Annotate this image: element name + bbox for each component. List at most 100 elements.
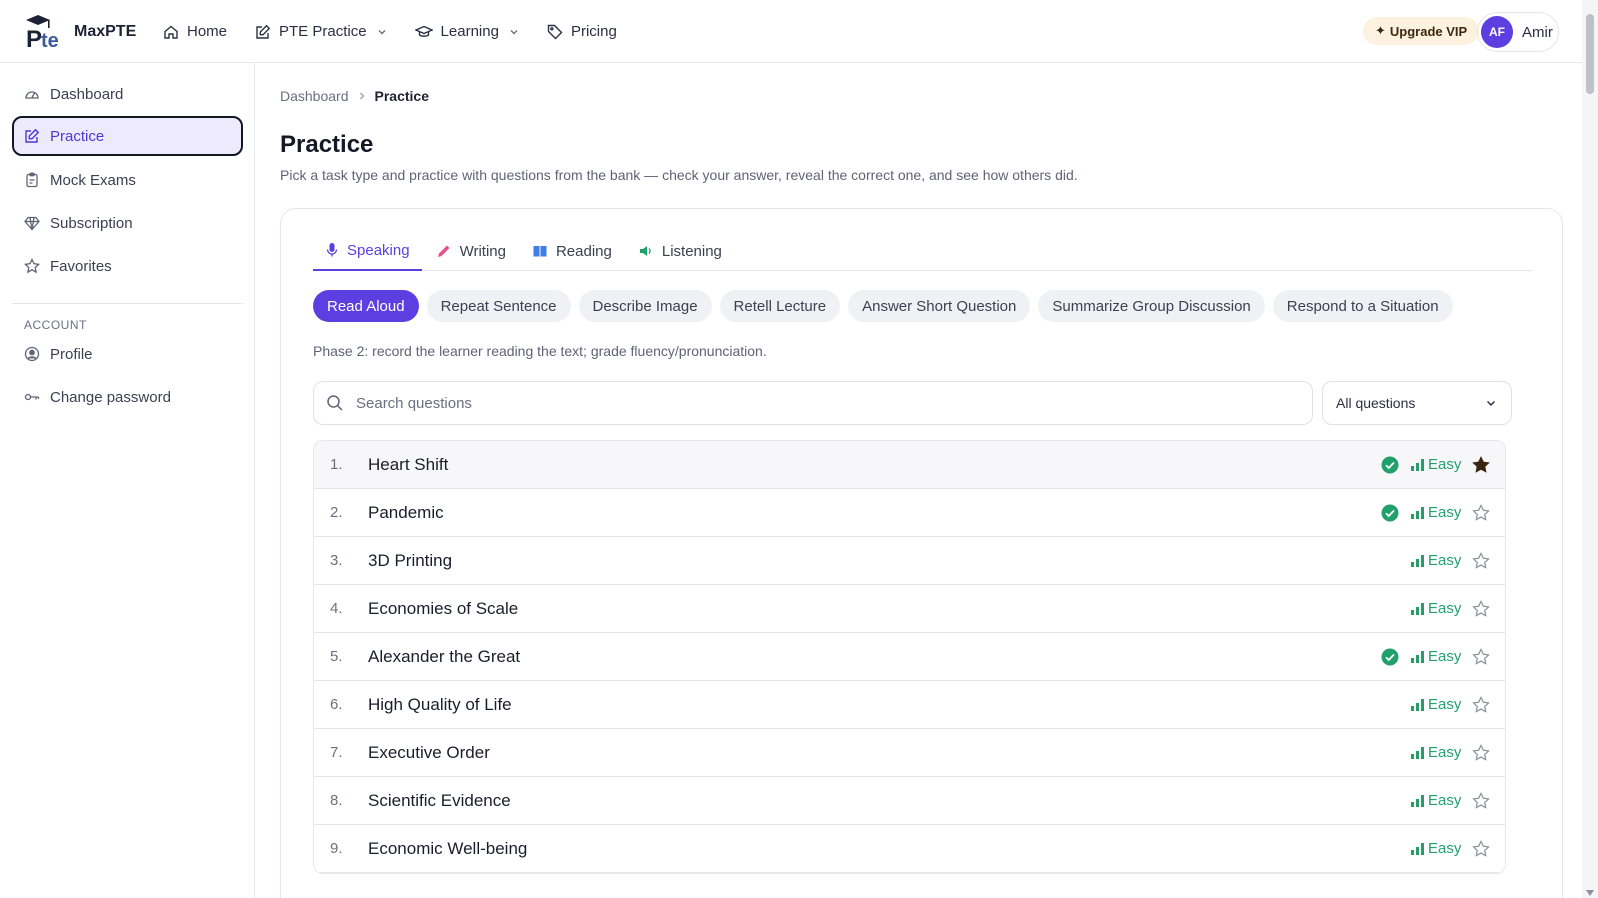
chip-respond-to-a-situation[interactable]: Respond to a Situation bbox=[1272, 290, 1453, 322]
sidebar-item-mock-exams[interactable]: Mock Exams bbox=[12, 160, 243, 200]
chevron-down-icon bbox=[1485, 397, 1497, 409]
top-navbar: P te MaxPTE Home PTE Practice Learning P… bbox=[0, 0, 1582, 63]
difficulty-label: Easy bbox=[1428, 648, 1462, 665]
question-number: 8. bbox=[330, 792, 343, 809]
chevron-down-icon bbox=[509, 27, 519, 37]
signal-bars-icon bbox=[1411, 554, 1424, 567]
chip-summarize-group-discussion[interactable]: Summarize Group Discussion bbox=[1038, 290, 1265, 322]
question-row[interactable]: 8. Scientific Evidence Easy bbox=[314, 777, 1505, 825]
sidebar-item-practice[interactable]: Practice bbox=[12, 116, 243, 156]
chip-answer-short-question[interactable]: Answer Short Question bbox=[848, 290, 1031, 322]
difficulty-badge: Easy bbox=[1411, 696, 1467, 713]
search-input[interactable] bbox=[356, 394, 1256, 412]
chip-describe-image[interactable]: Describe Image bbox=[578, 290, 712, 322]
sidebar-item-label: Favorites bbox=[50, 257, 112, 275]
sidebar-item-favorites[interactable]: Favorites bbox=[12, 246, 243, 286]
brand-name: MaxPTE bbox=[74, 23, 137, 40]
key-icon bbox=[24, 389, 40, 405]
skill-tabs: Speaking Writing Reading Listening bbox=[313, 231, 1533, 271]
question-number: 1. bbox=[330, 456, 343, 473]
page-title: Practice bbox=[280, 131, 374, 158]
edit-icon bbox=[255, 24, 271, 40]
brand-logo[interactable]: P te MaxPTE bbox=[24, 14, 136, 50]
user-menu[interactable]: AF Amir bbox=[1477, 12, 1559, 52]
question-row[interactable]: 1. Heart Shift Easy bbox=[314, 441, 1505, 489]
question-number: 5. bbox=[330, 648, 343, 665]
tab-label: Speaking bbox=[347, 241, 410, 259]
completed-check-icon bbox=[1379, 504, 1401, 522]
chip-read-aloud[interactable]: Read Aloud bbox=[313, 290, 419, 322]
chip-retell-lecture[interactable]: Retell Lecture bbox=[719, 290, 841, 322]
upgrade-vip-label: Upgrade VIP bbox=[1389, 23, 1468, 39]
signal-bars-icon bbox=[1411, 842, 1424, 855]
star-filled-icon[interactable] bbox=[1467, 455, 1495, 474]
tab-reading[interactable]: Reading bbox=[520, 231, 624, 271]
sidebar-item-label: Subscription bbox=[50, 214, 133, 232]
question-filter-select[interactable]: All questions bbox=[1322, 381, 1512, 425]
question-row[interactable]: 4. Economies of Scale Easy bbox=[314, 585, 1505, 633]
tab-writing[interactable]: Writing bbox=[424, 231, 518, 271]
sidebar-divider bbox=[12, 303, 243, 304]
sidebar-item-change-password[interactable]: Change password bbox=[12, 377, 243, 417]
tab-label: Listening bbox=[661, 242, 722, 260]
breadcrumb-current: Practice bbox=[374, 88, 429, 104]
svg-text:P: P bbox=[26, 26, 42, 50]
chevron-right-icon bbox=[357, 91, 367, 101]
scrollbar[interactable] bbox=[1582, 0, 1598, 898]
difficulty-badge: Easy bbox=[1411, 648, 1467, 665]
upgrade-vip-button[interactable]: ✦ Upgrade VIP bbox=[1363, 17, 1480, 45]
difficulty-badge: Easy bbox=[1411, 600, 1467, 617]
signal-bars-icon bbox=[1411, 794, 1424, 807]
completed-check-icon bbox=[1379, 456, 1401, 474]
diamond-icon bbox=[24, 215, 40, 231]
nav-pte-practice[interactable]: PTE Practice bbox=[255, 23, 387, 40]
question-row[interactable]: 2. Pandemic Easy bbox=[314, 489, 1505, 537]
chevron-down-icon bbox=[377, 27, 387, 37]
tab-label: Reading bbox=[555, 242, 612, 260]
difficulty-label: Easy bbox=[1428, 552, 1462, 569]
star-outline-icon[interactable] bbox=[1467, 647, 1495, 666]
question-row[interactable]: 3. 3D Printing Easy bbox=[314, 537, 1505, 585]
sidebar-item-label: Practice bbox=[50, 127, 105, 145]
search-box bbox=[313, 381, 1313, 425]
sidebar-item-label: Dashboard bbox=[50, 85, 124, 103]
sidebar-item-label: Profile bbox=[50, 345, 93, 363]
star-outline-icon[interactable] bbox=[1467, 599, 1495, 618]
sparkle-icon: ✦ bbox=[1375, 23, 1386, 38]
scrollbar-thumb[interactable] bbox=[1586, 14, 1594, 94]
question-row[interactable]: 5. Alexander the Great Easy bbox=[314, 633, 1505, 681]
speaker-icon bbox=[638, 243, 654, 259]
nav-learning[interactable]: Learning bbox=[414, 23, 519, 40]
user-circle-icon bbox=[24, 346, 40, 362]
sidebar-item-dashboard[interactable]: Dashboard bbox=[12, 74, 243, 114]
star-outline-icon[interactable] bbox=[1467, 743, 1495, 762]
question-row[interactable]: 9. Economic Well-being Easy bbox=[314, 825, 1505, 873]
star-outline-icon[interactable] bbox=[1467, 503, 1495, 522]
star-outline-icon[interactable] bbox=[1467, 791, 1495, 810]
star-outline-icon[interactable] bbox=[1467, 551, 1495, 570]
sidebar-item-profile[interactable]: Profile bbox=[12, 334, 243, 374]
nav-pte-practice-label: PTE Practice bbox=[279, 23, 367, 40]
nav-pricing[interactable]: Pricing bbox=[547, 23, 617, 40]
question-row[interactable]: 6. High Quality of Life Easy bbox=[314, 681, 1505, 729]
tab-listening[interactable]: Listening bbox=[626, 231, 734, 271]
scroll-down-arrow-icon[interactable] bbox=[1586, 890, 1594, 896]
difficulty-label: Easy bbox=[1428, 792, 1462, 809]
difficulty-badge: Easy bbox=[1411, 744, 1467, 761]
sidebar-item-subscription[interactable]: Subscription bbox=[12, 203, 243, 243]
user-name: Amir bbox=[1522, 23, 1553, 41]
question-title: Economic Well-being bbox=[368, 838, 528, 858]
star-outline-icon[interactable] bbox=[1467, 695, 1495, 714]
chip-repeat-sentence[interactable]: Repeat Sentence bbox=[426, 290, 571, 322]
difficulty-badge: Easy bbox=[1411, 840, 1467, 857]
nav-home[interactable]: Home bbox=[163, 23, 227, 40]
sidebar-section-label: ACCOUNT bbox=[24, 318, 87, 332]
signal-bars-icon bbox=[1411, 746, 1424, 759]
clipboard-icon bbox=[24, 172, 40, 188]
star-outline-icon[interactable] bbox=[1467, 839, 1495, 858]
question-row[interactable]: 7. Executive Order Easy bbox=[314, 729, 1505, 777]
tab-speaking[interactable]: Speaking bbox=[313, 231, 422, 271]
edit-icon bbox=[24, 128, 40, 144]
breadcrumb-dashboard[interactable]: Dashboard bbox=[280, 88, 349, 104]
sidebar: Dashboard Practice Mock Exams Subscripti… bbox=[0, 63, 255, 898]
